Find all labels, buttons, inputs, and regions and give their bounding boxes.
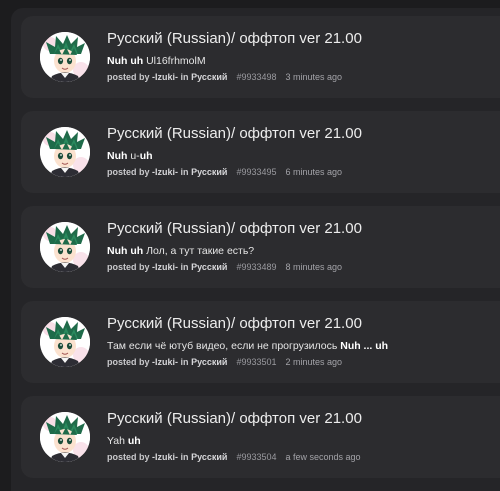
activity-feed: Русский (Russian)/ оффтоп ver 21.00 Nuh …	[21, 16, 500, 491]
in-label: in	[180, 72, 189, 82]
post-meta: posted by -Izuki- in Русский #9933501 2 mi…	[107, 356, 492, 368]
thread-title-link[interactable]: Русский (Russian)/ оффтоп ver 21.00	[107, 220, 492, 238]
post-timestamp: 3 minutes ago	[285, 72, 343, 82]
user-avatar-icon[interactable]	[40, 222, 90, 272]
post-content: Русский (Russian)/ оффтоп ver 21.00 Nuh …	[107, 220, 492, 273]
forum-link[interactable]: Русский	[191, 452, 227, 462]
forum-link[interactable]: Русский	[191, 72, 227, 82]
post-content: Русский (Russian)/ оффтоп ver 21.00 Nuh …	[107, 30, 492, 83]
message-bold-suffix: Nuh ... uh	[340, 340, 389, 352]
message-bold-text: Nuh	[107, 150, 128, 162]
post-id-link[interactable]: #9933495	[236, 167, 276, 177]
post-message: Yah uh	[107, 435, 492, 448]
posted-by-label: posted by	[107, 72, 150, 82]
message-bold-suffix: uh	[127, 435, 141, 447]
posted-by-label: posted by	[107, 357, 150, 367]
message-bold-text: Nuh uh	[107, 55, 144, 67]
post-meta: posted by -Izuki- in Русский #9933495 6 mi…	[107, 166, 492, 178]
thread-title-link[interactable]: Русский (Russian)/ оффтоп ver 21.00	[107, 30, 492, 48]
post-card: Русский (Russian)/ оффтоп ver 21.00 Nuh …	[21, 16, 500, 98]
user-avatar-icon[interactable]	[40, 317, 90, 367]
post-message: Nuh uh Лол, а тут такие есть?	[107, 245, 492, 258]
thread-title-link[interactable]: Русский (Russian)/ оффтоп ver 21.00	[107, 125, 492, 143]
post-message: Nuh u-uh	[107, 150, 492, 163]
post-timestamp: 8 minutes ago	[285, 262, 343, 272]
post-id-link[interactable]: #9933498	[236, 72, 276, 82]
forum-link[interactable]: Русский	[191, 262, 227, 272]
message-text: Там если чё ютуб видео, если не прогрузи…	[107, 340, 341, 352]
message-text: Лол, а тут такие есть?	[143, 245, 255, 257]
post-id-link[interactable]: #9933489	[236, 262, 276, 272]
post-timestamp: 2 minutes ago	[285, 357, 343, 367]
message-text: Ul16frhmolM	[143, 55, 206, 67]
user-avatar-icon[interactable]	[40, 127, 90, 177]
post-content: Русский (Russian)/ оффтоп ver 21.00 Yah …	[107, 410, 492, 463]
post-meta: posted by -Izuki- in Русский #9933498 3 mi…	[107, 71, 492, 83]
post-content: Русский (Russian)/ оффтоп ver 21.00 Nuh …	[107, 125, 492, 178]
post-timestamp: a few seconds ago	[285, 452, 361, 462]
post-id-link[interactable]: #9933504	[236, 452, 276, 462]
posted-by-label: posted by	[107, 167, 150, 177]
forum-link[interactable]: Русский	[191, 357, 227, 367]
post-card: Русский (Russian)/ оффтоп ver 21.00 Nuh …	[21, 111, 500, 193]
post-card: Русский (Russian)/ оффтоп ver 21.00 Там …	[21, 301, 500, 383]
post-content: Русский (Russian)/ оффтоп ver 21.00 Там …	[107, 315, 492, 368]
in-label: in	[180, 262, 189, 272]
forum-link[interactable]: Русский	[191, 167, 227, 177]
posted-by-label: posted by	[107, 262, 150, 272]
username-link[interactable]: -Izuki-	[152, 167, 178, 177]
in-label: in	[180, 357, 189, 367]
username-link[interactable]: -Izuki-	[152, 262, 178, 272]
post-message: Там если чё ютуб видео, если не прогрузи…	[107, 340, 492, 353]
message-bold-suffix: uh	[139, 150, 153, 162]
post-card: Русский (Russian)/ оффтоп ver 21.00 Nuh …	[21, 206, 500, 288]
posted-by-label: posted by	[107, 452, 150, 462]
post-id-link[interactable]: #9933501	[236, 357, 276, 367]
username-link[interactable]: -Izuki-	[152, 452, 178, 462]
user-avatar-icon[interactable]	[40, 412, 90, 462]
message-bold-text: Nuh uh	[107, 245, 144, 257]
in-label: in	[180, 452, 189, 462]
thread-title-link[interactable]: Русский (Russian)/ оффтоп ver 21.00	[107, 315, 492, 333]
post-meta: posted by -Izuki- in Русский #9933504 a fe…	[107, 451, 492, 463]
post-timestamp: 6 minutes ago	[285, 167, 343, 177]
username-link[interactable]: -Izuki-	[152, 72, 178, 82]
in-label: in	[180, 167, 189, 177]
message-text: u-	[127, 150, 140, 162]
message-text: Yah	[107, 435, 128, 447]
post-message: Nuh uh Ul16frhmolM	[107, 55, 492, 68]
user-avatar-icon[interactable]	[40, 32, 90, 82]
username-link[interactable]: -Izuki-	[152, 357, 178, 367]
post-card: Русский (Russian)/ оффтоп ver 21.00 Yah …	[21, 396, 500, 478]
thread-title-link[interactable]: Русский (Russian)/ оффтоп ver 21.00	[107, 410, 492, 428]
post-meta: posted by -Izuki- in Русский #9933489 8 mi…	[107, 261, 492, 273]
